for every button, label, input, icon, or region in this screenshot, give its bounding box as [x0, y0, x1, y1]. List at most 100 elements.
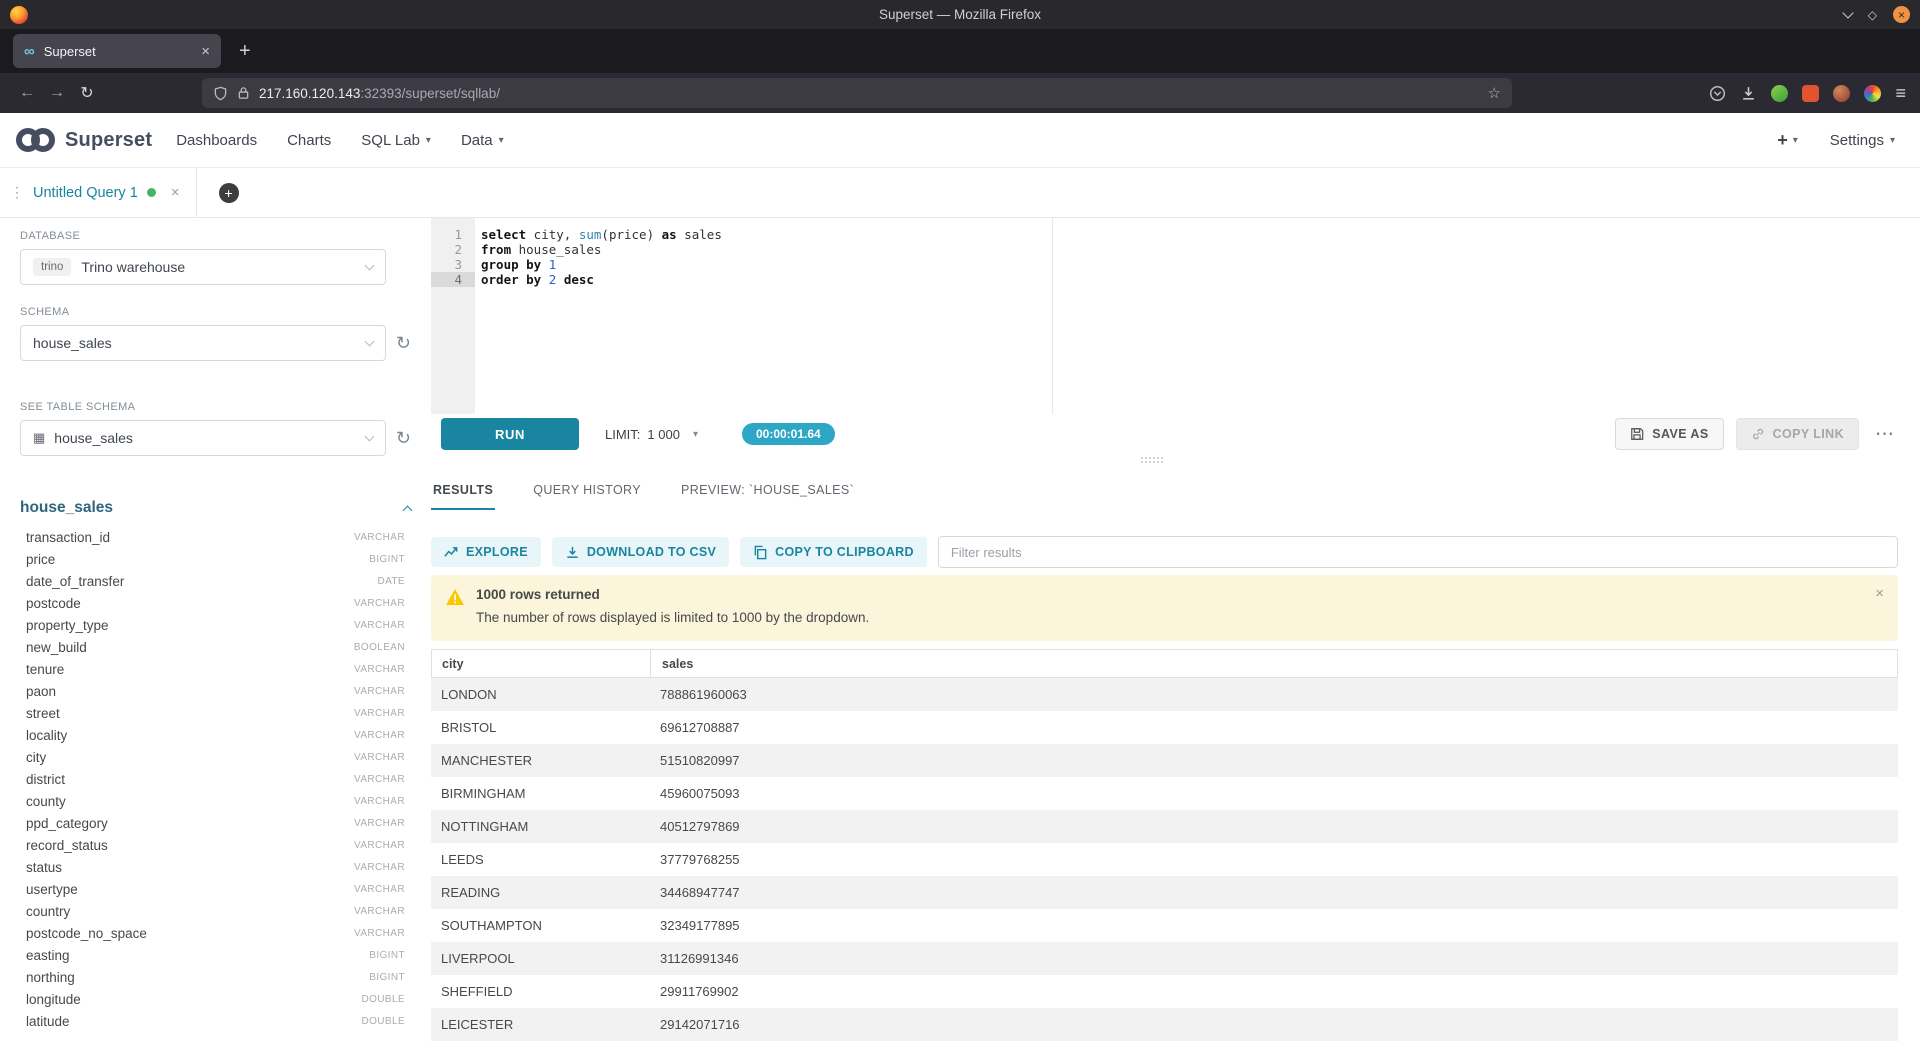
query-tab-close-icon[interactable]: ×	[171, 184, 180, 201]
explore-button[interactable]: EXPLORE	[431, 537, 541, 567]
column-row[interactable]: countyVARCHAR	[26, 790, 405, 812]
sqllab-main-pane: 1234 select city, sum(price) as salesfro…	[431, 218, 1920, 1042]
column-row[interactable]: new_buildBOOLEAN	[26, 636, 405, 658]
pane-resize-handle[interactable]	[1141, 457, 1165, 465]
table-row[interactable]: BRISTOL69612708887	[431, 711, 1898, 744]
table-row[interactable]: READING34468947747	[431, 876, 1898, 909]
url-bar[interactable]: 217.160.120.143:32393/superset/sqllab/ ☆	[202, 78, 1512, 108]
results-tab-query-history[interactable]: QUERY HISTORY	[531, 476, 643, 510]
extension-icon[interactable]	[1833, 85, 1850, 102]
nav-item-sql-lab[interactable]: SQL Lab▾	[361, 132, 431, 149]
new-tab-button[interactable]: +	[239, 40, 251, 63]
refresh-table-icon[interactable]: ↻	[396, 429, 411, 447]
window-close-icon[interactable]: ×	[1893, 6, 1910, 23]
run-button[interactable]: RUN	[441, 418, 579, 450]
nav-item-data[interactable]: Data▾	[461, 132, 504, 149]
column-row[interactable]: property_typeVARCHAR	[26, 614, 405, 636]
column-row[interactable]: date_of_transferDATE	[26, 570, 405, 592]
table-row[interactable]: NOTTINGHAM40512797869	[431, 810, 1898, 843]
downloads-icon[interactable]	[1740, 85, 1757, 102]
collapse-chevron-icon[interactable]	[403, 505, 413, 515]
window-minimize-icon[interactable]	[1842, 7, 1853, 18]
copy-to-clipboard-button[interactable]: COPY TO CLIPBOARD	[740, 537, 927, 567]
add-new-button[interactable]: +▾	[1777, 130, 1798, 151]
column-row[interactable]: postcode_no_spaceVARCHAR	[26, 922, 405, 944]
alert-close-icon[interactable]: ×	[1875, 585, 1884, 602]
column-row[interactable]: localityVARCHAR	[26, 724, 405, 746]
nav-item-charts[interactable]: Charts	[287, 132, 331, 149]
copy-link-button[interactable]: COPY LINK	[1736, 418, 1859, 450]
column-row[interactable]: transaction_idVARCHAR	[26, 526, 405, 548]
table-row[interactable]: LEEDS37779768255	[431, 843, 1898, 876]
cell-city: NOTTINGHAM	[431, 819, 649, 834]
extension-icon[interactable]	[1864, 85, 1881, 102]
filter-results-input[interactable]	[938, 536, 1898, 568]
column-row[interactable]: cityVARCHAR	[26, 746, 405, 768]
table-row[interactable]: SOUTHAMPTON32349177895	[431, 909, 1898, 942]
nav-item-dashboards[interactable]: Dashboards	[176, 132, 257, 149]
schema-select[interactable]: house_sales	[20, 325, 386, 361]
line-number: 1	[431, 227, 475, 242]
column-row[interactable]: paonVARCHAR	[26, 680, 405, 702]
column-row[interactable]: priceBIGINT	[26, 548, 405, 570]
extension-icon[interactable]	[1771, 85, 1788, 102]
bookmark-star-icon[interactable]: ☆	[1488, 84, 1501, 102]
save-icon	[1630, 427, 1644, 441]
table-row[interactable]: LIVERPOOL31126991346	[431, 942, 1898, 975]
window-maximize-icon[interactable]: ◇	[1868, 8, 1877, 22]
column-row[interactable]: countryVARCHAR	[26, 900, 405, 922]
column-row[interactable]: statusVARCHAR	[26, 856, 405, 878]
column-row[interactable]: ppd_categoryVARCHAR	[26, 812, 405, 834]
results-tabs: RESULTS QUERY HISTORY PREVIEW: `HOUSE_SALE…	[431, 476, 1898, 510]
forward-button[interactable]: →	[42, 79, 72, 107]
table-row[interactable]: BIRMINGHAM45960075093	[431, 777, 1898, 810]
column-type: VARCHAR	[354, 664, 405, 675]
editor-code-area[interactable]: select city, sum(price) as salesfrom hou…	[475, 218, 1898, 414]
table-row[interactable]: MANCHESTER51510820997	[431, 744, 1898, 777]
column-row[interactable]: latitudeDOUBLE	[26, 1010, 405, 1032]
limit-dropdown[interactable]: LIMIT: 1 000 ▾	[605, 427, 698, 442]
reload-button[interactable]: ↻	[72, 79, 102, 107]
caret-down-icon: ▾	[1793, 135, 1798, 146]
menu-hamburger-icon[interactable]: ≡	[1895, 83, 1906, 104]
refresh-schema-icon[interactable]: ↻	[396, 334, 411, 352]
back-button[interactable]: ←	[12, 79, 42, 107]
table-select[interactable]: ▦ house_sales	[20, 420, 386, 456]
add-query-tab-button[interactable]: +	[219, 183, 239, 203]
column-row[interactable]: usertypeVARCHAR	[26, 878, 405, 900]
column-list: transaction_idVARCHARpriceBIGINTdate_of_…	[20, 526, 411, 1032]
column-row[interactable]: record_statusVARCHAR	[26, 834, 405, 856]
column-row[interactable]: northingBIGINT	[26, 966, 405, 988]
column-row[interactable]: tenureVARCHAR	[26, 658, 405, 680]
tab-close-icon[interactable]: ×	[201, 43, 210, 60]
cell-sales: 45960075093	[649, 786, 1898, 801]
table-row[interactable]: LONDON788861960063	[431, 678, 1898, 711]
database-select[interactable]: trino Trino warehouse	[20, 249, 386, 285]
column-row[interactable]: postcodeVARCHAR	[26, 592, 405, 614]
query-tab-active[interactable]: ⋮ Untitled Query 1 ×	[0, 168, 197, 217]
pocket-icon[interactable]	[1709, 85, 1726, 102]
superset-logo[interactable]: Superset	[16, 128, 152, 152]
results-action-row: EXPLORE DOWNLOAD TO CSV COPY TO CLIPBOARD	[431, 536, 1898, 568]
column-row[interactable]: longitudeDOUBLE	[26, 988, 405, 1010]
tracking-protection-shield-icon[interactable]	[213, 86, 228, 101]
more-options-button[interactable]: ⋯	[1871, 423, 1898, 446]
extension-icon[interactable]	[1802, 85, 1819, 102]
column-header-sales[interactable]: sales	[650, 650, 1897, 677]
column-row[interactable]: districtVARCHAR	[26, 768, 405, 790]
query-tab-title: Untitled Query 1	[33, 185, 138, 201]
lock-icon[interactable]	[237, 86, 250, 100]
table-row[interactable]: LEICESTER29142071716	[431, 1008, 1898, 1041]
results-tab-preview[interactable]: PREVIEW: `HOUSE_SALES`	[679, 476, 856, 510]
column-row[interactable]: eastingBIGINT	[26, 944, 405, 966]
download-to-csv-button[interactable]: DOWNLOAD TO CSV	[552, 537, 729, 567]
settings-menu[interactable]: Settings▾	[1830, 132, 1895, 149]
column-row[interactable]: streetVARCHAR	[26, 702, 405, 724]
table-schema-header[interactable]: house_sales	[20, 499, 411, 517]
results-tab-results[interactable]: RESULTS	[431, 476, 495, 510]
column-header-city[interactable]: city	[432, 650, 650, 677]
sql-editor[interactable]: 1234 select city, sum(price) as salesfro…	[431, 218, 1898, 414]
save-as-button[interactable]: SAVE AS	[1615, 418, 1723, 450]
table-row[interactable]: SHEFFIELD29911769902	[431, 975, 1898, 1008]
browser-tab[interactable]: ∞ Superset ×	[13, 34, 221, 68]
